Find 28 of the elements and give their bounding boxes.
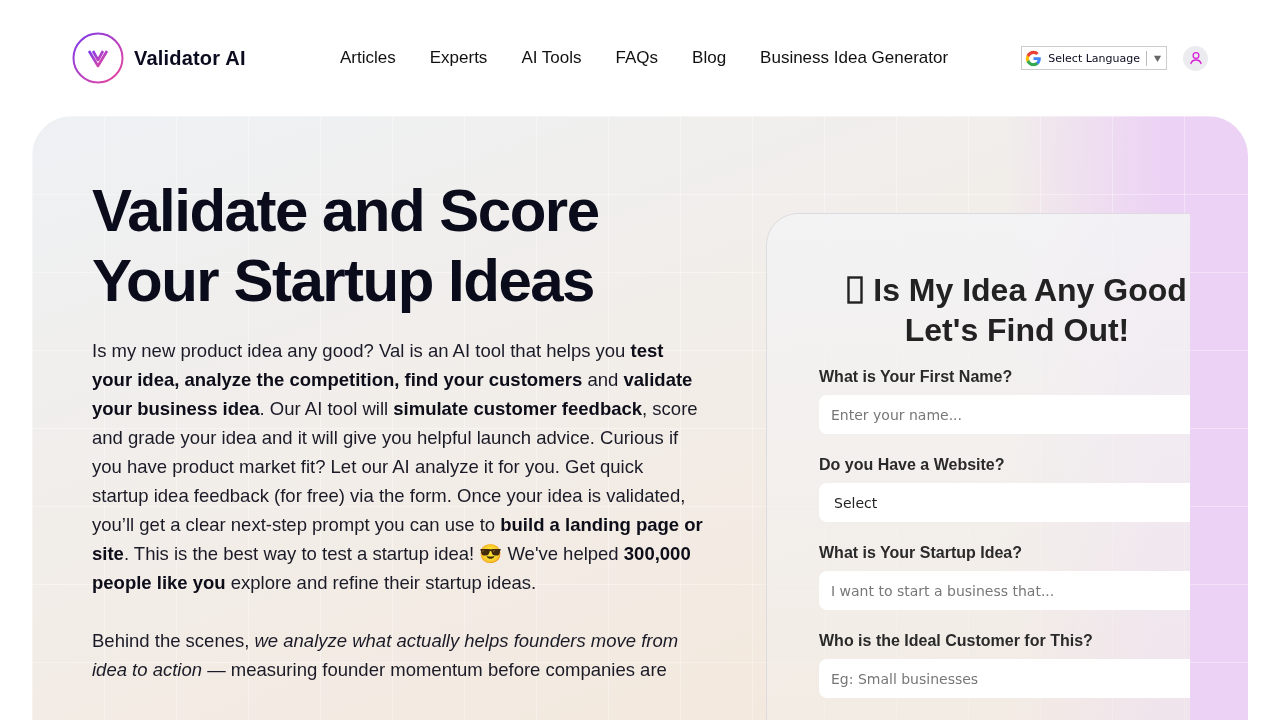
dropdown-arrow-icon — [1153, 53, 1162, 63]
hero-paragraph: Is my new product idea any good? Val is an AI tool that helps you test your idea, analyze the competition, find your customers and validate your business idea. Our AI tool will simulate customer feedback, score and grade your idea and it will give you helpful launch advice. Curious if you have product market fit? Let our AI analyze it for you. Get quick startup idea feedback (for free) via the form. Once your idea is validated, you’ll get a clear next-step prompt you can use to build a landing page or site. This is the best way to test a startup idea! 😎 We've helped 300,000 people like you explore and refine their startup ideas. — [92, 339, 704, 595]
user-icon — [1187, 50, 1204, 66]
nav-link[interactable]: Business Idea Generator — [760, 48, 949, 68]
logo-icon[interactable] — [72, 32, 124, 84]
form-title: Is My Idea Any Good — [873, 271, 1187, 310]
nav-link[interactable]: Articles — [340, 48, 396, 68]
input-field[interactable]: I want to start a business that... — [819, 571, 1190, 610]
field-label: Do you Have a Website? — [819, 456, 1006, 474]
missing-glyph-icon — [847, 276, 864, 304]
select-field[interactable]: Select — [819, 483, 1190, 522]
nav-link[interactable]: FAQs — [615, 48, 659, 68]
field-label: Who is the Ideal Customer for This? — [819, 632, 1094, 650]
nav-link[interactable]: Blog — [692, 48, 727, 68]
input-field[interactable]: Eg: Small businesses — [819, 659, 1190, 698]
form-title: Let's Find Out! — [904, 311, 1130, 350]
language-select[interactable]: Select Language — [1021, 46, 1167, 70]
user-avatar[interactable] — [1183, 45, 1208, 71]
google-logo-icon — [1025, 49, 1043, 67]
brand-name[interactable]: Validator AI — [134, 46, 246, 70]
hero-title: Validate and Score — [92, 176, 599, 246]
field-label: What is Your First Name? — [819, 368, 1014, 386]
hero-title: Your Startup Ideas — [92, 246, 594, 316]
nav-link[interactable]: AI Tools — [521, 48, 582, 68]
nav-link[interactable]: Experts — [429, 48, 488, 68]
input-field[interactable]: Enter your name... — [819, 395, 1190, 434]
field-label: What is Your Startup Idea? — [819, 544, 1023, 562]
hero-paragraph: Behind the scenes, we analyze what actually helps founders move from idea to action — measuring founder momentum before companies are — [92, 629, 680, 682]
